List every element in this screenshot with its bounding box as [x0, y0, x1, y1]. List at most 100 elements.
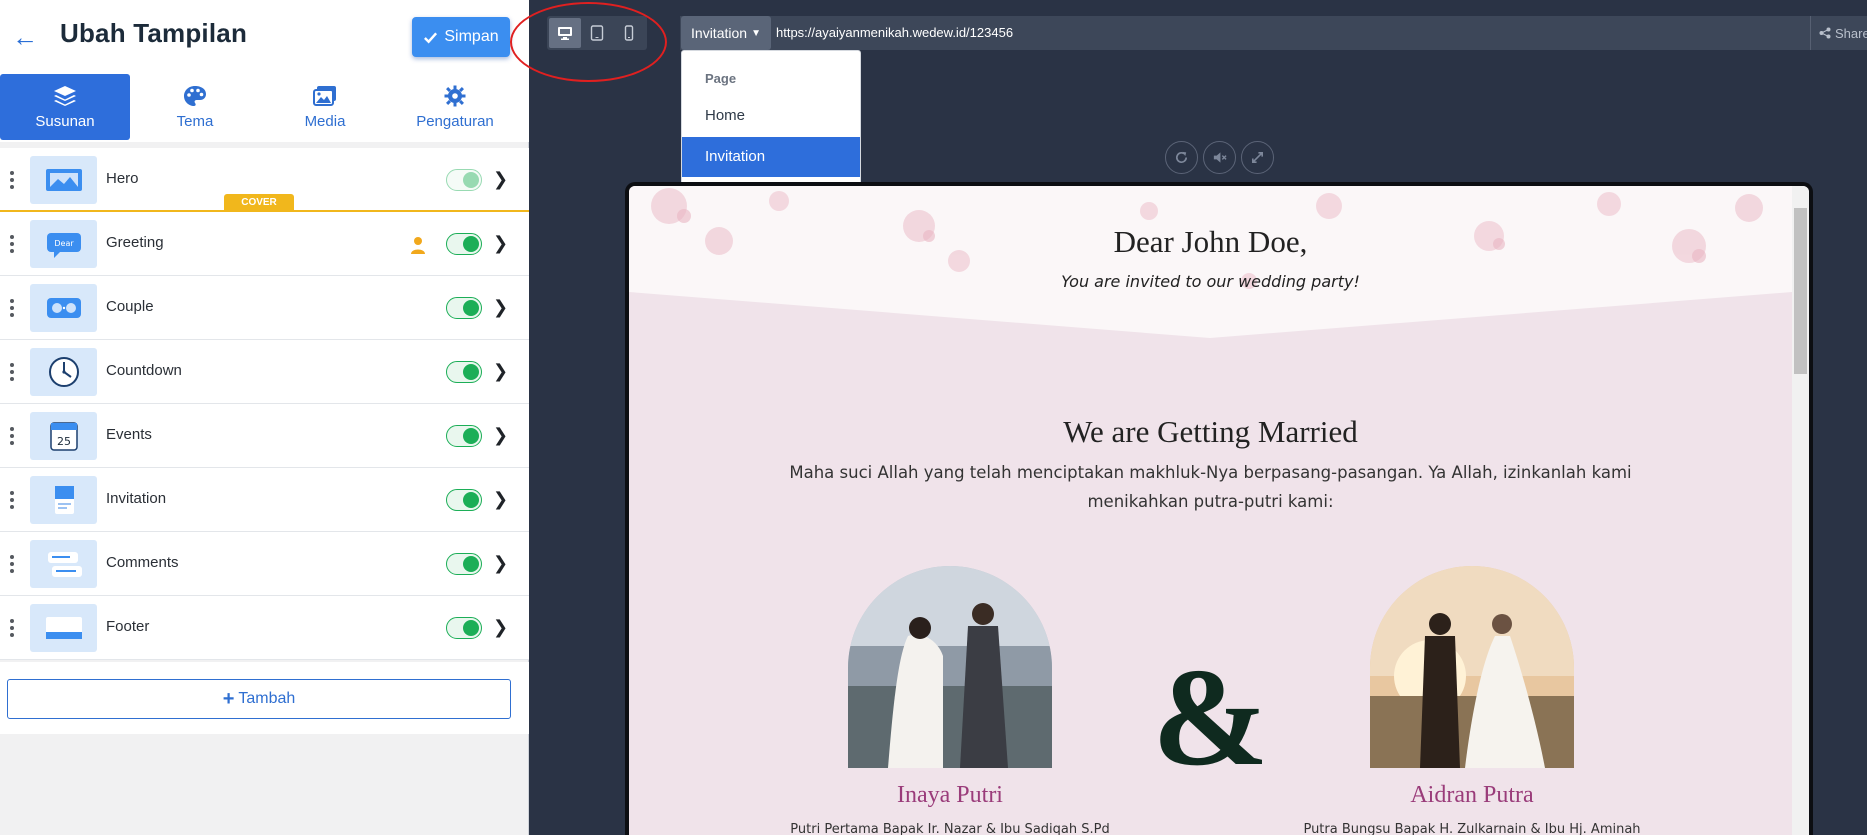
- document-icon: [54, 486, 74, 514]
- verse-text: Maha suci Allah yang telah menciptakan m…: [789, 463, 1632, 511]
- tab-label: Pengaturan: [416, 112, 494, 130]
- section-toggle[interactable]: [446, 553, 482, 575]
- comments-thumbnail: [30, 540, 97, 588]
- section-row-footer[interactable]: Footer ❯: [0, 596, 529, 660]
- section-label: Events: [106, 426, 152, 443]
- drag-handle-icon[interactable]: [9, 427, 15, 445]
- calendar-day: 25: [57, 435, 71, 448]
- floral-background: [629, 186, 1792, 338]
- footer-thumbnail: [30, 604, 97, 652]
- drag-handle-icon[interactable]: [9, 171, 15, 189]
- section-toggle[interactable]: [446, 425, 482, 447]
- share-label: Share: [1835, 25, 1867, 41]
- save-label: Simpan: [444, 28, 499, 45]
- clock-icon: [48, 357, 79, 387]
- drag-handle-icon[interactable]: [9, 491, 15, 509]
- add-label: Tambah: [238, 690, 296, 707]
- back-arrow-icon[interactable]: ←: [12, 20, 38, 54]
- section-row-comments[interactable]: Comments ❯: [0, 532, 529, 596]
- section-row-events[interactable]: 25 Events ❯: [0, 404, 529, 468]
- guest-greeting: Dear John Doe,: [1113, 224, 1308, 259]
- tab-label: Susunan: [35, 112, 95, 130]
- tab-label: Media: [304, 112, 346, 130]
- tab-susunan[interactable]: Susunan: [0, 74, 130, 140]
- footer-icon: [45, 617, 82, 639]
- invitation-thumbnail: [30, 476, 97, 524]
- section-toggle[interactable]: [446, 617, 482, 639]
- ampersand: &: [1152, 640, 1269, 795]
- share-button[interactable]: Share: [1810, 16, 1867, 50]
- preview-url[interactable]: https://ayaiyanmenikah.wedew.id/123456: [776, 25, 1013, 40]
- section-row-hero[interactable]: Hero ❯ COVER: [0, 148, 529, 212]
- editor-panel: ← Ubah Tampilan Simpan Susunan Tema Medi…: [0, 0, 529, 835]
- gear-icon: [444, 85, 466, 106]
- chevron-right-icon[interactable]: ❯: [493, 552, 508, 574]
- image-icon: [313, 85, 336, 106]
- refresh-button[interactable]: [1165, 141, 1198, 174]
- panel-header: ← Ubah Tampilan Simpan: [0, 0, 529, 74]
- section-row-couple[interactable]: Couple ❯: [0, 276, 529, 340]
- section-row-greeting[interactable]: Dear Greeting ❯: [0, 212, 529, 276]
- section-toggle[interactable]: [446, 297, 482, 319]
- chevron-right-icon[interactable]: ❯: [493, 232, 508, 254]
- chevron-right-icon[interactable]: ❯: [493, 424, 508, 446]
- chevron-right-icon[interactable]: ❯: [493, 488, 508, 510]
- tab-pengaturan[interactable]: Pengaturan: [390, 74, 520, 140]
- drag-handle-icon[interactable]: [9, 363, 15, 381]
- drag-handle-icon[interactable]: [9, 235, 15, 253]
- dropdown-item-home[interactable]: Home: [682, 96, 860, 136]
- preview-controls: [1165, 141, 1274, 174]
- hero-thumbnail: [30, 156, 97, 204]
- scrollbar-thumb[interactable]: [1794, 208, 1807, 374]
- tab-tema[interactable]: Tema: [130, 74, 260, 140]
- section-row-invitation[interactable]: Invitation ❯: [0, 468, 529, 532]
- drag-handle-icon[interactable]: [9, 555, 15, 573]
- section-toggle[interactable]: [446, 361, 482, 383]
- page-select-dropdown[interactable]: Invitation ▼: [681, 16, 771, 50]
- section-row-countdown[interactable]: Countdown ❯: [0, 340, 529, 404]
- chevron-right-icon[interactable]: ❯: [493, 616, 508, 638]
- palette-icon: [184, 85, 206, 106]
- section-label: Comments: [106, 554, 179, 571]
- countdown-thumbnail: [30, 348, 97, 396]
- section-toggle[interactable]: [446, 233, 482, 255]
- events-thumbnail: 25: [30, 412, 97, 460]
- check-icon: [424, 31, 438, 43]
- dropdown-item-invitation[interactable]: Invitation: [682, 137, 860, 177]
- comments-icon: [47, 552, 82, 577]
- section-label: Greeting: [106, 234, 164, 251]
- groom-parents: Putra Bungsu Bapak H. Zulkarnain & Ibu H…: [1303, 822, 1641, 835]
- caret-down-icon: ▼: [751, 27, 761, 39]
- dropdown-header: Page: [705, 71, 737, 86]
- section-label: Hero: [106, 170, 139, 187]
- section-toggle[interactable]: [446, 169, 482, 191]
- page-dropdown-menu: Page Home Invitation: [681, 50, 861, 186]
- section-heading: We are Getting Married: [1063, 414, 1358, 449]
- bride-parents: Putri Pertama Bapak Ir. Nazar & Ibu Sadi…: [790, 822, 1110, 835]
- chevron-right-icon[interactable]: ❯: [493, 296, 508, 318]
- bride-name: Inaya Putri: [897, 782, 1003, 808]
- page-title: Ubah Tampilan: [60, 18, 248, 48]
- section-label: Invitation: [106, 490, 167, 507]
- add-section-button[interactable]: + Tambah: [7, 679, 511, 719]
- plus-icon: +: [222, 688, 235, 710]
- invitation-preview: Dear John Doe, You are invited to our we…: [625, 182, 1813, 835]
- expand-icon: [1252, 152, 1263, 163]
- couple-thumbnail: [30, 284, 97, 332]
- mute-icon: [1213, 152, 1227, 163]
- save-button[interactable]: Simpan: [412, 17, 510, 57]
- section-toggle[interactable]: [446, 489, 482, 511]
- drag-handle-icon[interactable]: [9, 299, 15, 317]
- drag-handle-icon[interactable]: [9, 619, 15, 637]
- fullscreen-button[interactable]: [1241, 141, 1274, 174]
- chevron-right-icon[interactable]: ❯: [493, 360, 508, 382]
- greeting-thumb-text: Dear: [54, 239, 74, 248]
- section-label: Countdown: [106, 362, 182, 379]
- highlight-circle: [510, 2, 667, 82]
- mute-button[interactable]: [1203, 141, 1236, 174]
- tab-media[interactable]: Media: [260, 74, 390, 140]
- person-icon: [411, 237, 425, 254]
- calendar-icon: 25: [49, 422, 78, 451]
- preview-scrollbar[interactable]: [1792, 186, 1809, 835]
- chevron-right-icon[interactable]: ❯: [493, 168, 508, 190]
